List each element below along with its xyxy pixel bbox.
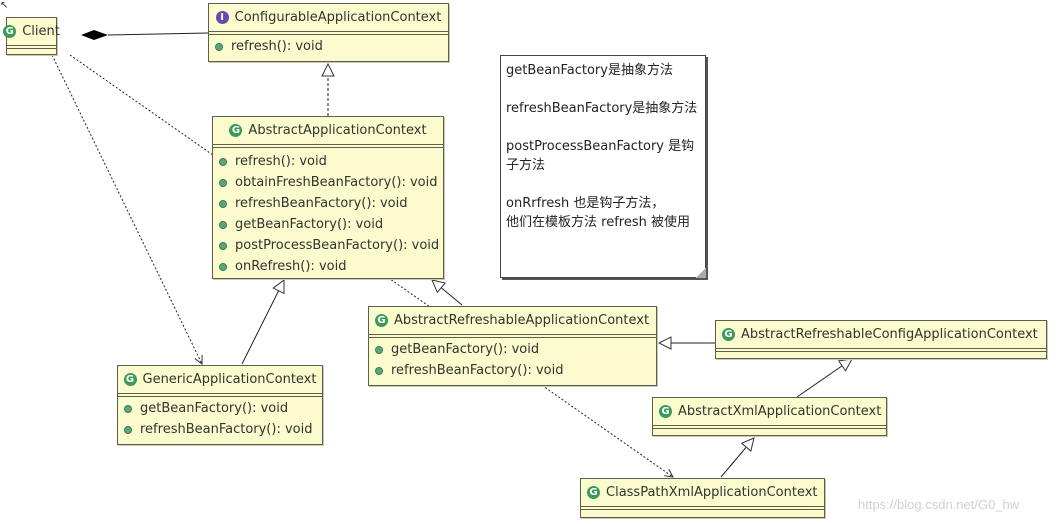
class-header: G GenericApplicationContext	[118, 366, 322, 393]
generalization-line-refreshable	[432, 280, 463, 306]
public-method-icon	[375, 366, 383, 375]
class-abstract-xml-application-context[interactable]: G AbstractXmlApplicationContext	[652, 397, 887, 436]
class-name: Client	[22, 24, 60, 39]
class-icon: G	[375, 314, 388, 327]
class-header: G AbstractApplicationContext	[213, 117, 443, 144]
class-abstract-refreshable-config-application-context[interactable]: G AbstractRefreshableConfigApplicationCo…	[715, 320, 1047, 359]
public-method-icon	[219, 220, 227, 229]
class-header: G ClassPathXmlApplicationContext	[581, 479, 824, 506]
class-icon: G	[123, 373, 137, 386]
composition-line	[107, 32, 209, 36]
note-line: refreshBeanFactory是抽象方法	[506, 101, 698, 116]
divider	[581, 506, 824, 510]
class-header: G AbstractXmlApplicationContext	[653, 398, 886, 425]
method: refreshBeanFactory(): void	[369, 360, 656, 381]
class-header: G AbstractRefreshableApplicationContext	[369, 307, 656, 334]
method: getBeanFactory(): void	[118, 398, 322, 419]
divider	[653, 425, 886, 429]
public-method-icon	[215, 42, 223, 51]
class-name: ClassPathXmlApplicationContext	[606, 485, 818, 500]
class-icon: G	[659, 405, 672, 418]
public-method-icon	[219, 262, 227, 271]
class-abstract-application-context[interactable]: G AbstractApplicationContext refresh(): …	[212, 116, 444, 279]
interface-configurable-application-context[interactable]: I ConfigurableApplicationContext refresh…	[208, 3, 449, 62]
public-method-icon	[124, 404, 132, 413]
method: refresh(): void	[209, 36, 448, 57]
interface-icon: I	[215, 11, 229, 24]
method: refreshBeanFactory(): void	[118, 419, 322, 440]
method: refreshBeanFactory(): void	[213, 193, 443, 214]
class-header: G Client	[3, 18, 60, 45]
method: getBeanFactory(): void	[213, 214, 443, 235]
class-generic-application-context[interactable]: G GenericApplicationContext getBeanFacto…	[117, 365, 323, 445]
method: postProcessBeanFactory(): void	[213, 235, 443, 256]
class-name: AbstractRefreshableConfigApplicationCont…	[741, 327, 1038, 342]
public-method-icon	[219, 241, 227, 250]
public-method-icon	[219, 157, 227, 166]
generalization-line-abstract-xml	[796, 359, 852, 398]
class-name: ConfigurableApplicationContext	[234, 10, 442, 25]
public-method-icon	[219, 199, 227, 208]
note-fold-corner	[696, 268, 706, 278]
method: obtainFreshBeanFactory(): void	[213, 172, 443, 193]
class-abstract-refreshable-application-context[interactable]: G AbstractRefreshableApplicationContext …	[368, 306, 657, 386]
divider	[716, 348, 1046, 352]
class-name: GenericApplicationContext	[142, 372, 317, 387]
class-icon: G	[3, 25, 17, 38]
note-line: onRrfresh 也是钩子方法， 他们在模板方法 refresh 被使用	[506, 196, 690, 230]
public-method-icon	[219, 178, 227, 187]
method: onRefresh(): void	[213, 256, 443, 277]
generalization-line-classpath-xml	[720, 438, 754, 478]
comment-note[interactable]: getBeanFactory是抽象方法 refreshBeanFactory是抽…	[500, 55, 706, 278]
class-classpath-xml-application-context[interactable]: G ClassPathXmlApplicationContext	[580, 478, 825, 518]
class-name: AbstractRefreshableApplicationContext	[394, 313, 650, 328]
public-method-icon	[375, 345, 383, 354]
generalization-line-generic	[241, 280, 284, 365]
class-header: G AbstractRefreshableConfigApplicationCo…	[716, 321, 1046, 348]
watermark: https://blog.csdn.net/G0_hw	[858, 497, 1020, 512]
public-method-icon	[124, 425, 132, 434]
class-header: I ConfigurableApplicationContext	[209, 4, 448, 31]
method: getBeanFactory(): void	[369, 339, 656, 360]
composition-diamond-icon	[81, 30, 108, 40]
note-line: postProcessBeanFactory 是钩子方法	[506, 139, 695, 173]
class-icon: G	[587, 486, 600, 499]
empty-section	[7, 49, 56, 52]
dependency-line-generic	[51, 54, 202, 364]
class-icon: G	[229, 124, 243, 137]
class-client[interactable]: G Client	[3, 17, 60, 55]
class-name: AbstractXmlApplicationContext	[678, 404, 882, 419]
mouse-cursor-icon: ↖	[0, 0, 9, 11]
class-icon: G	[722, 328, 735, 341]
method: refresh(): void	[213, 151, 443, 172]
class-name: AbstractApplicationContext	[248, 123, 427, 138]
note-line: getBeanFactory是抽象方法	[506, 63, 673, 78]
